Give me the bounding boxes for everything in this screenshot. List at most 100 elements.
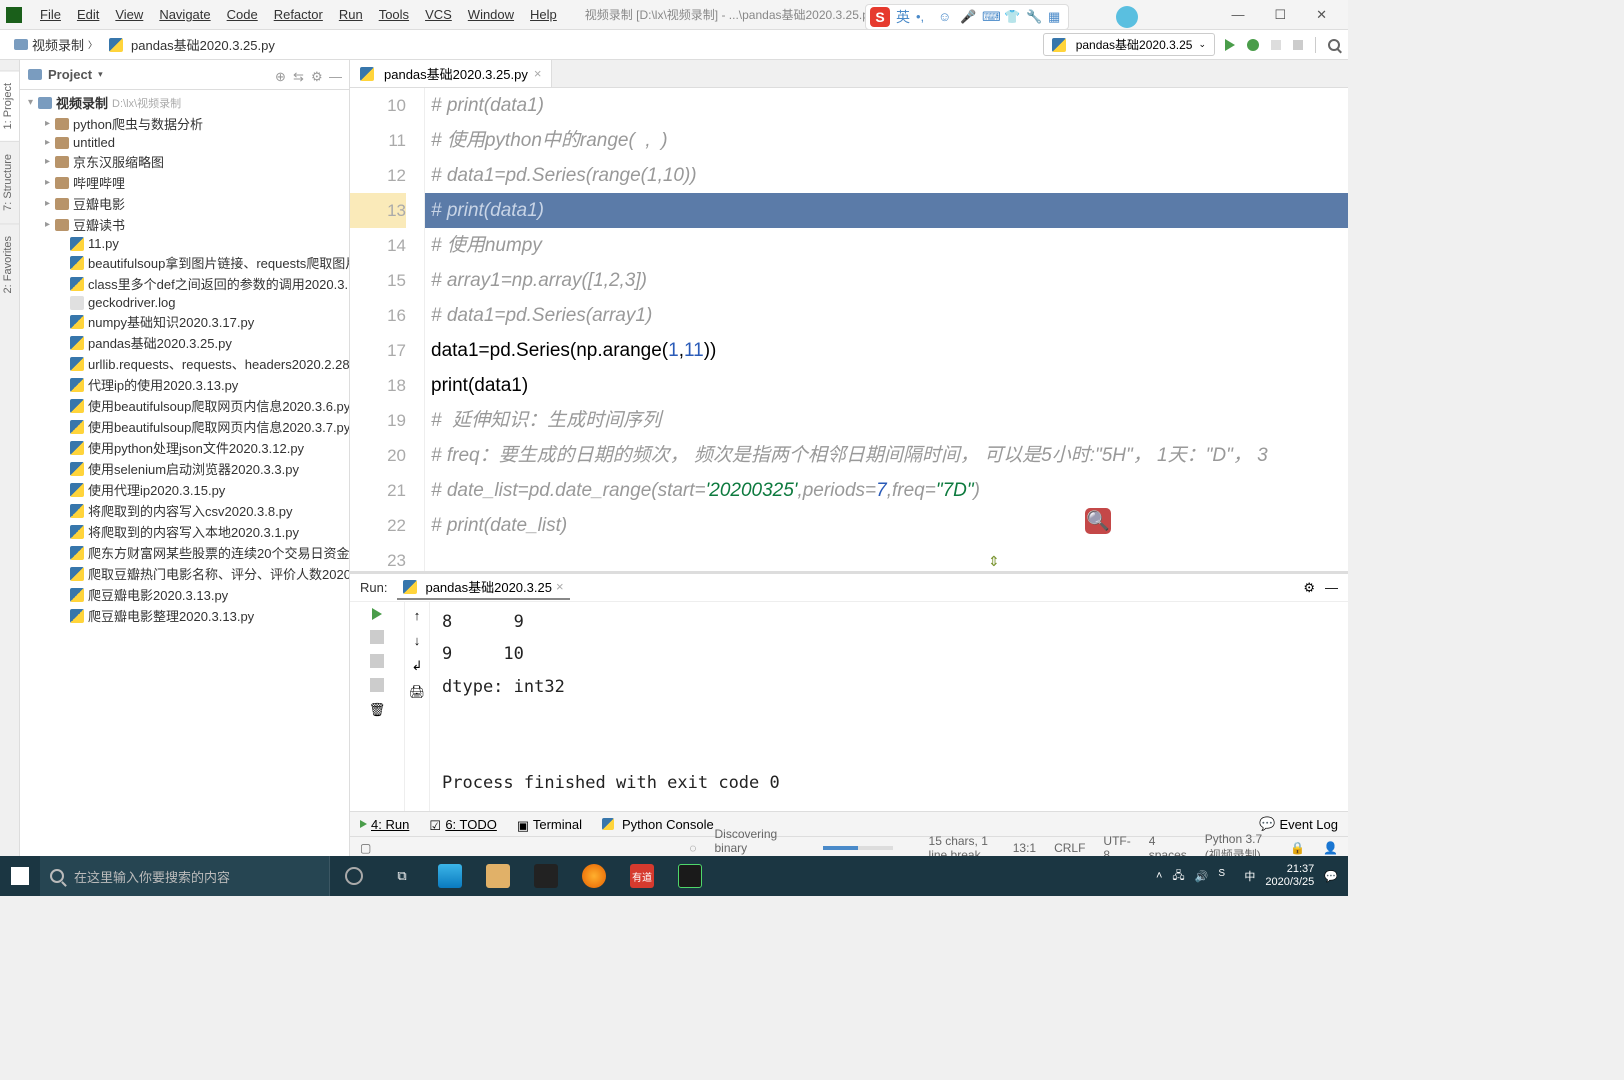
tree-file[interactable]: geckodriver.log: [20, 294, 349, 311]
menu-window[interactable]: Window: [460, 4, 522, 25]
pin-icon[interactable]: [370, 678, 384, 692]
attach-button[interactable]: [1271, 40, 1281, 50]
menu-edit[interactable]: Edit: [69, 4, 107, 25]
tree-file[interactable]: 11.py: [20, 235, 349, 252]
app-youdao[interactable]: 有道: [618, 856, 666, 896]
close-icon[interactable]: ✕: [1316, 7, 1327, 23]
app-firefox[interactable]: [570, 856, 618, 896]
tree-root[interactable]: ▾视频录制D:\lx\视频录制: [20, 92, 349, 113]
taskbar-clock[interactable]: 21:37 2020/3/25: [1265, 863, 1314, 889]
tree-folder[interactable]: ▸京东汉服缩略图: [20, 151, 349, 172]
bottom-tab-todo[interactable]: ☑6: TODO: [429, 817, 497, 832]
tray-network-icon[interactable]: 🖧: [1172, 867, 1184, 886]
tree-file[interactable]: 使用代理ip2020.3.15.py: [20, 479, 349, 500]
taskbar-search[interactable]: 在这里输入你要搜索的内容: [40, 856, 330, 896]
bottom-tab-event-log[interactable]: 💬Event Log: [1259, 816, 1338, 832]
layout-icon[interactable]: [370, 654, 384, 668]
menu-view[interactable]: View: [107, 4, 151, 25]
ime-lang[interactable]: 英: [896, 7, 910, 27]
menu-code[interactable]: Code: [219, 4, 266, 25]
tree-file[interactable]: 使用python处理json文件2020.3.12.py: [20, 437, 349, 458]
tray-sogou-icon[interactable]: S: [1218, 868, 1234, 884]
app-explorer[interactable]: [474, 856, 522, 896]
tab-close-icon[interactable]: ×: [534, 66, 542, 81]
tab-favorites[interactable]: 2: Favorites: [0, 223, 19, 305]
stop-button[interactable]: [1293, 40, 1303, 50]
maximize-icon[interactable]: ☐: [1274, 7, 1286, 23]
resize-handle-icon[interactable]: ⇕: [988, 544, 1000, 571]
stop-run-button[interactable]: [370, 630, 384, 644]
tree-file[interactable]: 使用beautifulsoup爬取网页内信息2020.3.7.py: [20, 416, 349, 437]
sogou-logo[interactable]: S: [870, 7, 890, 27]
app-cmd[interactable]: [522, 856, 570, 896]
tree-file[interactable]: class里多个def之间返回的参数的调用2020.3.14.py: [20, 273, 349, 294]
editor-tab[interactable]: pandas基础2020.3.25.py ×: [350, 60, 552, 87]
hide-icon[interactable]: —: [1325, 580, 1338, 595]
start-button[interactable]: [0, 867, 40, 885]
app-edge[interactable]: [426, 856, 474, 896]
bottom-tab-python-console[interactable]: Python Console: [602, 817, 714, 832]
run-config-selector[interactable]: pandas基础2020.3.25⌄: [1043, 33, 1215, 56]
run-tab[interactable]: pandas基础2020.3.25×: [397, 575, 569, 600]
menu-file[interactable]: File: [32, 4, 69, 25]
hide-icon[interactable]: —: [329, 69, 341, 81]
ime-punct-icon[interactable]: •,: [916, 9, 932, 25]
gear-icon[interactable]: ⚙: [1303, 580, 1315, 596]
gear-icon[interactable]: ⚙: [311, 69, 323, 81]
ime-tool-icon[interactable]: 🔧: [1026, 9, 1042, 25]
recorder-icon[interactable]: [1116, 6, 1138, 28]
ime-grid-icon[interactable]: ▦: [1048, 9, 1064, 25]
run-tab-close-icon[interactable]: ×: [556, 579, 564, 594]
tree-folder[interactable]: ▸untitled: [20, 134, 349, 151]
debug-button[interactable]: [1247, 39, 1259, 51]
wrap-icon[interactable]: ↲: [412, 658, 423, 674]
tree-file[interactable]: 将爬取到的内容写入本地2020.3.1.py: [20, 521, 349, 542]
minimize-icon[interactable]: —: [1231, 7, 1244, 23]
ime-hanger-icon[interactable]: 👕: [1004, 9, 1020, 25]
chevron-down-icon[interactable]: ▾: [98, 69, 103, 80]
rerun-button[interactable]: [372, 608, 382, 620]
tree-file[interactable]: 爬豆瓣电影2020.3.13.py: [20, 584, 349, 605]
menu-help[interactable]: Help: [522, 4, 565, 25]
tree-file[interactable]: 代理ip的使用2020.3.13.py: [20, 374, 349, 395]
tree-file[interactable]: pandas基础2020.3.25.py: [20, 332, 349, 353]
breadcrumb-file[interactable]: pandas基础2020.3.25.py: [103, 33, 281, 56]
menu-run[interactable]: Run: [331, 4, 371, 25]
breadcrumb-root[interactable]: 视频录制〉: [8, 33, 103, 56]
tree-folder[interactable]: ▸豆瓣电影: [20, 193, 349, 214]
tray-notification-icon[interactable]: 💬: [1324, 870, 1338, 883]
run-button[interactable]: [1225, 39, 1235, 51]
tree-file[interactable]: 爬豆瓣电影整理2020.3.13.py: [20, 605, 349, 626]
tray-expand-icon[interactable]: ˄: [1156, 870, 1162, 882]
tree-folder[interactable]: ▸豆瓣读书: [20, 214, 349, 235]
taskview-icon[interactable]: ⧉: [378, 856, 426, 896]
status-hector-icon[interactable]: 👤: [1323, 841, 1338, 855]
tab-structure[interactable]: 7: Structure: [0, 141, 19, 223]
menu-vcs[interactable]: VCS: [417, 4, 460, 25]
down-icon[interactable]: ↓: [414, 633, 421, 648]
tree-file[interactable]: 爬东方财富网某些股票的连续20个交易日资金流向2: [20, 542, 349, 563]
tree-file[interactable]: 使用beautifulsoup爬取网页内信息2020.3.6.py: [20, 395, 349, 416]
cortana-icon[interactable]: [330, 856, 378, 896]
tab-project[interactable]: 1: Project: [0, 70, 19, 141]
status-lock-icon[interactable]: ▢: [360, 841, 371, 855]
tree-folder[interactable]: ▸哔哩哔哩: [20, 172, 349, 193]
menu-navigate[interactable]: Navigate: [151, 4, 218, 25]
trash-icon[interactable]: 🗑: [369, 702, 386, 718]
tree-file[interactable]: urllib.requests、requests、headers2020.2.2…: [20, 353, 349, 374]
ime-emoji-icon[interactable]: ☺: [938, 9, 954, 25]
bottom-tab-run[interactable]: 4: Run: [360, 817, 409, 832]
tree-file[interactable]: 使用selenium启动浏览器2020.3.3.py: [20, 458, 349, 479]
ime-keyboard-icon[interactable]: ⌨: [982, 9, 998, 25]
app-pycharm[interactable]: [666, 856, 714, 896]
tree-folder[interactable]: ▸python爬虫与数据分析: [20, 113, 349, 134]
status-eol[interactable]: CRLF: [1054, 841, 1085, 855]
menu-tools[interactable]: Tools: [371, 4, 417, 25]
locate-icon[interactable]: ⊕: [275, 69, 287, 81]
status-position[interactable]: 13:1: [1013, 841, 1036, 855]
tray-volume-icon[interactable]: 🔊: [1195, 870, 1209, 883]
bottom-tab-terminal[interactable]: ▣Terminal: [517, 817, 582, 832]
status-lock-icon[interactable]: 🔒: [1290, 841, 1305, 855]
code-editor[interactable]: 1011121314151617181920212223 # print(dat…: [350, 88, 1348, 571]
print-icon[interactable]: 🖨: [409, 684, 426, 700]
